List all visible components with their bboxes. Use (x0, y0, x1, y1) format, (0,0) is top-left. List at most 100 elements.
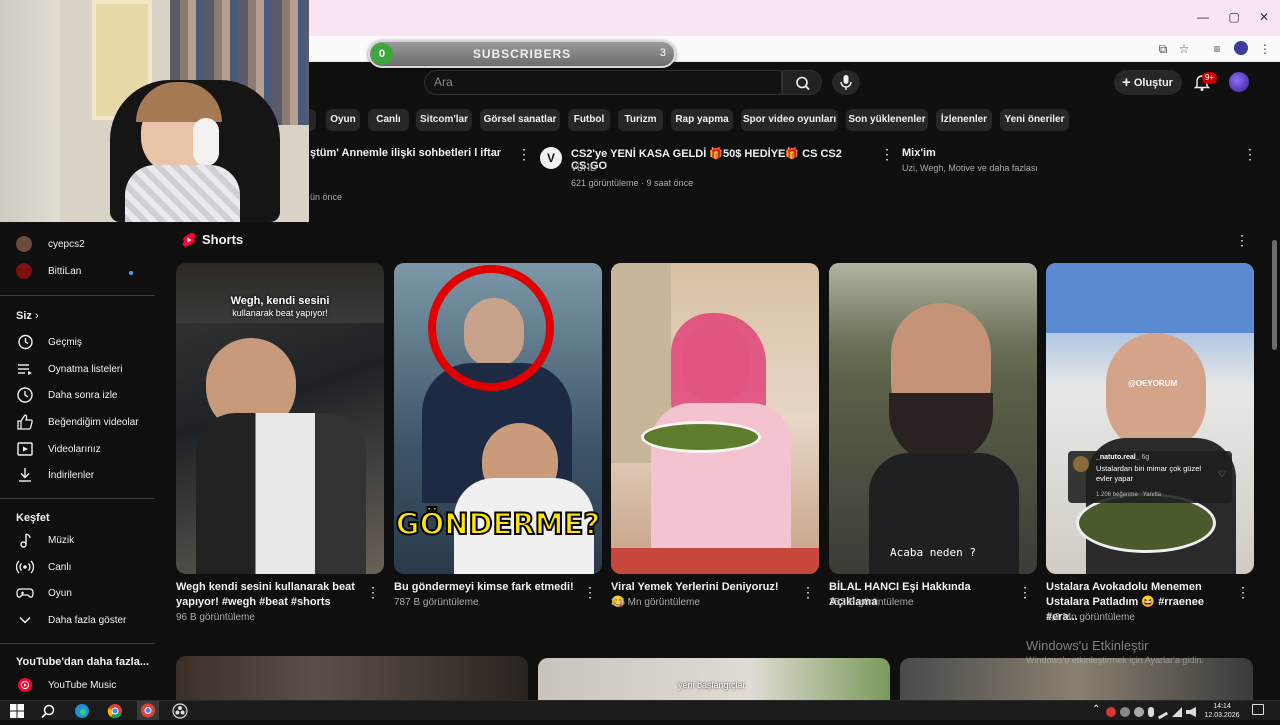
history-icon (18, 334, 33, 350)
short-channel-handle: @OEYORUM (1128, 379, 1178, 388)
search-button[interactable] (782, 70, 822, 95)
notification-center-icon[interactable] (1252, 704, 1264, 715)
video-menu-icon[interactable]: ⋮ (880, 147, 894, 161)
short-title[interactable]: Wegh kendi sesini kullanarak beat yapıyo… (176, 580, 356, 610)
plus-icon: + (1122, 74, 1131, 91)
sidebar-item-live[interactable]: Canlı (0, 554, 155, 580)
microphone-icon (840, 75, 852, 90)
short-menu-icon[interactable]: ⋮ (583, 585, 597, 599)
shorts-icon (182, 233, 196, 247)
short-thumbnail[interactable]: Wegh, kendi sesini kullanarak beat yapıy… (176, 263, 384, 574)
clock-time: 14:14 (1213, 703, 1231, 710)
video-thumbnail[interactable] (176, 656, 528, 700)
shorts-menu-icon[interactable]: ⋮ (1235, 233, 1249, 247)
heart-icon: ♡ (1218, 469, 1227, 479)
chip-turizm[interactable]: Turizm (618, 109, 663, 131)
sidebar-heading-you[interactable]: Siz › (16, 310, 39, 322)
browser-menu-icon[interactable]: ⋮ (1256, 40, 1274, 58)
sidebar-item-music[interactable]: Müzik (0, 527, 155, 553)
chip-oyun[interactable]: Oyun (326, 109, 360, 131)
sidebar-item-label: Oyun (48, 588, 72, 599)
sidebar-item-playlists[interactable]: Oynatma listeleri (0, 356, 155, 382)
search-placeholder: Ara (434, 75, 453, 89)
search-input[interactable] (424, 70, 782, 95)
maximize-button[interactable]: ▢ (1224, 10, 1244, 28)
short-thumbnail[interactable] (611, 263, 819, 574)
bookmark-star-icon[interactable]: ☆ (1175, 40, 1193, 58)
reading-list-icon[interactable]: ≡ (1208, 40, 1226, 58)
sidebar-item-history[interactable]: Geçmiş (0, 329, 155, 355)
search-icon (796, 76, 810, 91)
profile-avatar-icon[interactable] (1234, 41, 1248, 55)
chevron-down-icon (19, 616, 31, 624)
short-overlay-text: GÖNDERME? (395, 506, 601, 542)
chip-futbol[interactable]: Futbol (568, 109, 610, 131)
sidebar-item-label: YouTube Music (48, 680, 117, 691)
comment-text: Ustalardan biri mimar çok güzel evler ya… (1096, 464, 1202, 483)
video-menu-icon[interactable]: ⋮ (1243, 147, 1257, 161)
sidebar-item-youtube-music[interactable]: YouTube Music (0, 672, 155, 698)
sidebar-item-gaming[interactable]: Oyun (0, 580, 155, 606)
sidebar-item-label: Canlı (48, 562, 72, 573)
chip-son-yuklenenler[interactable]: Son yüklenenler (846, 109, 928, 131)
sidebar-item-label: cyepcs2 (48, 239, 85, 250)
sidebar-item-watch-later[interactable]: Daha sonra izle (0, 382, 155, 408)
short-thumbnail[interactable]: Acaba neden ? (829, 263, 1037, 574)
gamepad-icon (16, 588, 34, 598)
sidebar-item-label: BittiLan (48, 266, 82, 277)
close-window-button[interactable]: ✕ (1254, 10, 1274, 28)
windows-taskbar (0, 700, 1280, 720)
music-note-icon (20, 533, 31, 548)
subscriber-goal-overlay: 0 SUBSCRIBERS 3 (368, 40, 676, 68)
short-thumbnail[interactable]: GÖNDERME? (394, 263, 602, 574)
short-menu-icon[interactable]: ⋮ (366, 585, 380, 599)
video-title[interactable]: ştüm' Annemle ilişki sohbetleri l iftar (310, 147, 515, 159)
sidebar-subscription-cyepcs2[interactable]: cyepcs2 (0, 232, 155, 258)
video-menu-icon[interactable]: ⋮ (517, 147, 531, 161)
thumbs-up-icon (17, 414, 33, 430)
short-menu-icon[interactable]: ⋮ (1018, 585, 1032, 599)
chip-spor-video-oyunlari[interactable]: Spor video oyunları (741, 109, 838, 131)
short-menu-icon[interactable]: ⋮ (801, 585, 815, 599)
windows-start-icon[interactable] (9, 703, 25, 719)
scrollbar-thumb[interactable] (1272, 240, 1277, 350)
tray-chevron-icon[interactable]: ⌃ (1092, 704, 1100, 715)
sidebar-subscription-bittilan[interactable]: BittiLan (0, 259, 155, 285)
sidebar-item-your-videos[interactable]: Videolarınız (0, 436, 155, 462)
comment-overlay: _natuto.real_ 6g Ustalardan biri mimar ç… (1068, 451, 1232, 503)
chip-sitcom[interactable]: Sitcom'lar (416, 109, 472, 131)
obs-icon[interactable] (172, 703, 188, 719)
active-taskbar-app[interactable] (137, 701, 159, 720)
install-app-icon[interactable]: ⧉ (1154, 40, 1172, 58)
sidebar-item-downloads[interactable]: İndirilenler (0, 462, 155, 488)
video-thumbnail[interactable]: yeni başlangıçlar (538, 658, 890, 700)
account-avatar[interactable] (1229, 72, 1249, 92)
sidebar-item-label: Daha sonra izle (48, 390, 118, 401)
chip-yeni-oneriler[interactable]: Yeni öneriler (1000, 109, 1069, 131)
chip-izlenenler[interactable]: İzlenenler (936, 109, 992, 131)
sidebar-item-label: Daha fazla göster (48, 615, 127, 626)
taskbar-search-icon[interactable] (40, 703, 56, 719)
chip-rap-yapma[interactable]: Rap yapma (671, 109, 733, 131)
short-title[interactable]: Bu göndermeyi kimse fark etmedi! (394, 580, 574, 595)
channel-name[interactable]: VUHD (571, 163, 597, 173)
taskbar-clock[interactable]: 14:14 12.03.2026 (1200, 702, 1244, 720)
channel-avatar[interactable]: V (540, 147, 562, 169)
minimize-button[interactable]: — (1193, 10, 1213, 28)
chip-gorsel-sanatlar[interactable]: Görsel sanatlar (480, 109, 560, 131)
chrome-icon[interactable] (107, 703, 123, 719)
short-thumbnail[interactable]: @OEYORUM _natuto.real_ 6g Ustalardan bir… (1046, 263, 1254, 574)
short-menu-icon[interactable]: ⋮ (1236, 585, 1250, 599)
create-button[interactable]: + Oluştur (1114, 70, 1182, 95)
chrome-icon (141, 703, 155, 718)
tray-app-icon (1120, 707, 1130, 717)
edge-browser-icon[interactable] (74, 703, 90, 719)
mix-title[interactable]: Mix'im (902, 147, 936, 159)
sidebar-show-more[interactable]: Daha fazla göster (0, 607, 155, 633)
video-title[interactable]: CS2'ye YENİ KASA GELDİ 🎁50$ HEDİYE🎁 CS C… (571, 147, 876, 172)
tray-app-icon (1106, 707, 1116, 717)
chip-canli[interactable]: Canlı (368, 109, 409, 131)
voice-search-button[interactable] (832, 70, 860, 95)
sidebar-item-liked-videos[interactable]: Beğendiğim videolar (0, 409, 155, 435)
system-tray-icons[interactable] (1106, 704, 1196, 720)
